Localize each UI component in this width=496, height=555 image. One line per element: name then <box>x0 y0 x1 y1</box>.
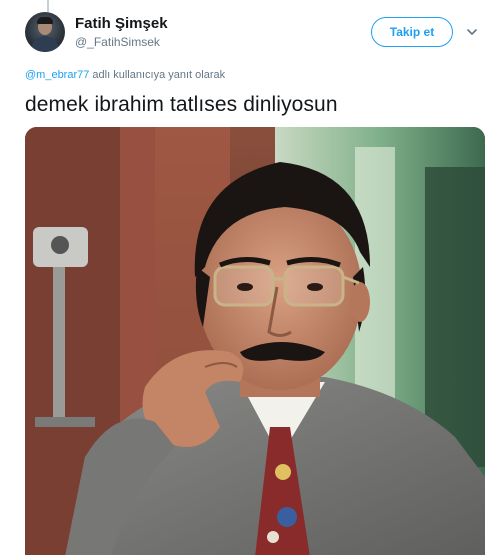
photo-man-with-glasses-icon <box>25 127 485 555</box>
reply-context-suffix: adlı kullanıcıya yanıt olarak <box>89 69 226 81</box>
tweet-header: Fatih Şimşek @_FatihSimsek Takip et <box>25 12 485 54</box>
author-name[interactable]: Fatih Şimşek <box>75 15 168 32</box>
tweet-text: demek ibrahim tatlıses dinliyosun <box>25 93 338 116</box>
chevron-down-icon[interactable] <box>465 26 479 38</box>
author-avatar[interactable] <box>25 12 65 52</box>
reply-context: @m_ebrar77 adlı kullanıcıya yanıt olarak <box>25 69 225 81</box>
tweet-media-photo[interactable] <box>25 127 485 555</box>
author-handle[interactable]: @_FatihSimsek <box>75 35 160 49</box>
thread-connector-line <box>47 0 49 12</box>
tweet-page: Fatih Şimşek @_FatihSimsek Takip et @m_e… <box>0 0 496 555</box>
reply-mention-link[interactable]: @m_ebrar77 <box>25 69 89 81</box>
follow-button[interactable]: Takip et <box>371 17 453 47</box>
